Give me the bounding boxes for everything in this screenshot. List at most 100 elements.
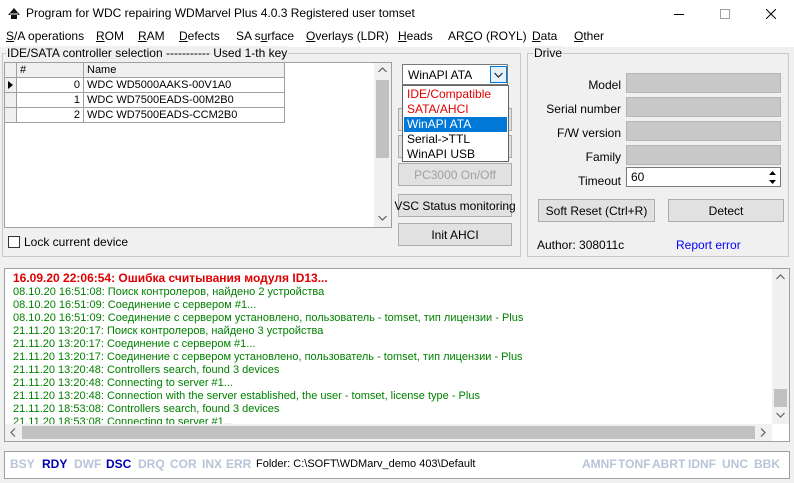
device-grid: # Name 0 WDC WD5000AAKS-00V1A0 1 WDC WD7… <box>4 62 392 228</box>
flag-drq: DRQ <box>138 457 165 471</box>
log-scroll-thumb[interactable] <box>774 389 787 407</box>
mode-option-winapi-ata[interactable]: WinAPI ATA <box>404 117 507 132</box>
log-line: 08.10.20 16:51:09: Соединение с сервером… <box>13 312 524 324</box>
scroll-down-icon[interactable] <box>378 215 387 221</box>
lock-device-label: Lock current device <box>24 235 129 249</box>
log-line: 21.11.20 13:20:48: Controllers search, f… <box>13 364 280 376</box>
detect-button[interactable]: Detect <box>668 199 784 222</box>
flag-cor: COR <box>170 457 197 471</box>
flag-rdy: RDY <box>42 457 68 471</box>
row-indicator <box>5 78 17 93</box>
flag-dsc: DSC <box>106 457 132 471</box>
soft-reset-button[interactable]: Soft Reset (Ctrl+R) <box>538 199 655 222</box>
mode-dropdown-button[interactable] <box>490 66 507 83</box>
menu-defects[interactable]: Defects <box>179 29 220 43</box>
scroll-up-icon[interactable] <box>378 67 387 73</box>
menu-sa-operations[interactable]: S/A operations <box>6 29 84 43</box>
lock-device-checkbox[interactable] <box>8 236 20 248</box>
row-num: 0 <box>17 78 84 93</box>
scroll-up-icon[interactable] <box>776 274 785 280</box>
window-title: Program for WDC repairing WDMarvel Plus … <box>26 6 415 20</box>
log-line: 21.11.20 13:20:48: Connection with the s… <box>13 390 480 402</box>
mode-select[interactable]: WinAPI ATA <box>402 64 508 85</box>
menu-rom[interactable]: ROM <box>96 29 124 43</box>
author-text: Author: 308011c <box>537 238 625 252</box>
row-num: 2 <box>17 108 84 123</box>
mode-option-winapi-usb[interactable]: WinAPI USB <box>404 147 507 162</box>
fw-version-field <box>626 121 781 141</box>
init-ahci-button[interactable]: Init AHCI <box>398 223 512 246</box>
log-hscroll-thumb[interactable] <box>22 426 755 439</box>
log-line: 16.09.20 22:06:54: Ошибка считывания мод… <box>13 271 328 285</box>
minimize-button[interactable] <box>656 0 702 28</box>
log-line: 08.10.20 16:51:09: Соединение с сервером… <box>13 299 257 311</box>
log-panel: 16.09.20 22:06:54: Ошибка считывания мод… <box>4 268 790 442</box>
mode-selected-value: WinAPI ATA <box>408 68 473 82</box>
serial-number-field <box>626 97 781 117</box>
model-label: Model <box>588 78 621 92</box>
grid-scrollbar[interactable] <box>374 63 391 227</box>
flag-unc: UNC <box>722 457 748 471</box>
family-label: Family <box>585 150 621 164</box>
maximize-icon <box>720 9 730 19</box>
flag-amnf: AMNF <box>582 457 617 471</box>
timeout-value: 60 <box>631 170 645 184</box>
menu-overlays[interactable]: Overlays (LDR) <box>306 29 389 43</box>
timeout-down-button[interactable] <box>764 177 780 186</box>
row-indicator <box>5 93 17 108</box>
mode-option-ide[interactable]: IDE/Compatible <box>404 87 507 102</box>
menu-heads[interactable]: Heads <box>398 29 433 43</box>
scroll-left-icon[interactable] <box>10 428 16 437</box>
flag-bsy: BSY <box>10 457 35 471</box>
serial-number-label: Serial number <box>546 102 621 116</box>
scroll-right-icon[interactable] <box>760 428 766 437</box>
chevron-down-icon <box>494 72 503 78</box>
spin-down-icon <box>768 179 776 184</box>
pc3000-button[interactable]: PC3000 On/Off <box>398 163 512 186</box>
menu-data[interactable]: Data <box>532 29 557 43</box>
controller-group-title: IDE/SATA controller selection ----------… <box>6 46 289 60</box>
timeout-up-button[interactable] <box>764 168 780 177</box>
timeout-spinbox[interactable]: 60 <box>626 167 781 187</box>
mode-dropdown-list: IDE/Compatible SATA/AHCI WinAPI ATA Seri… <box>402 85 509 162</box>
mode-option-sata[interactable]: SATA/AHCI <box>404 102 507 117</box>
flag-abrt: ABRT <box>652 457 686 471</box>
row-name: WDC WD5000AAKS-00V1A0 <box>84 78 285 93</box>
folder-path: Folder: C:\SOFT\WDMarv_demo 403\Default <box>256 458 476 470</box>
mode-option-serial-ttl[interactable]: Serial->TTL <box>404 132 507 147</box>
column-header-num: # <box>17 63 84 78</box>
log-line: 21.11.20 13:20:17: Соединение с сервером… <box>13 351 523 363</box>
drive-group-title: Drive <box>533 46 564 60</box>
close-button[interactable] <box>748 0 794 28</box>
flag-err: ERR <box>226 457 252 471</box>
row-name: WDC WD7500EADS-00M2B0 <box>84 93 285 108</box>
app-icon <box>6 5 22 21</box>
flag-tonf: TONF <box>618 457 651 471</box>
scroll-down-icon[interactable] <box>776 412 785 418</box>
current-row-arrow-icon <box>8 81 13 89</box>
menu-ram[interactable]: RAM <box>138 29 165 43</box>
log-vertical-scrollbar[interactable] <box>772 269 789 424</box>
model-field <box>626 73 781 93</box>
close-icon <box>766 9 776 19</box>
row-indicator <box>5 108 17 123</box>
grid-scroll-thumb[interactable] <box>376 80 389 158</box>
log-horizontal-scrollbar[interactable] <box>5 424 772 441</box>
menu-sa-surface[interactable]: SA surface <box>236 29 294 43</box>
flag-inx: INX <box>202 457 223 471</box>
vsc-status-button[interactable]: VSC Status monitoring <box>394 194 516 217</box>
log-line: 21.11.20 18:53:08: Controllers search, f… <box>13 403 280 415</box>
menu-arco[interactable]: ARCO (ROYL) <box>448 29 527 43</box>
grid-corner <box>5 63 17 78</box>
report-error-link[interactable]: Report error <box>676 238 741 252</box>
minimize-icon <box>674 14 684 15</box>
log-line: 21.11.20 13:20:17: Соединение с сервером… <box>13 338 256 350</box>
log-line: 21.11.20 13:20:48: Connecting to server … <box>13 377 233 389</box>
maximize-button[interactable] <box>702 0 748 28</box>
menu-other[interactable]: Other <box>574 29 604 43</box>
flag-idnf: IDNF <box>688 457 716 471</box>
log-line: 08.10.20 16:51:08: Поиск контролеров, на… <box>13 286 325 298</box>
column-header-name: Name <box>84 63 285 78</box>
family-field <box>626 145 781 165</box>
spin-up-icon <box>768 170 776 175</box>
